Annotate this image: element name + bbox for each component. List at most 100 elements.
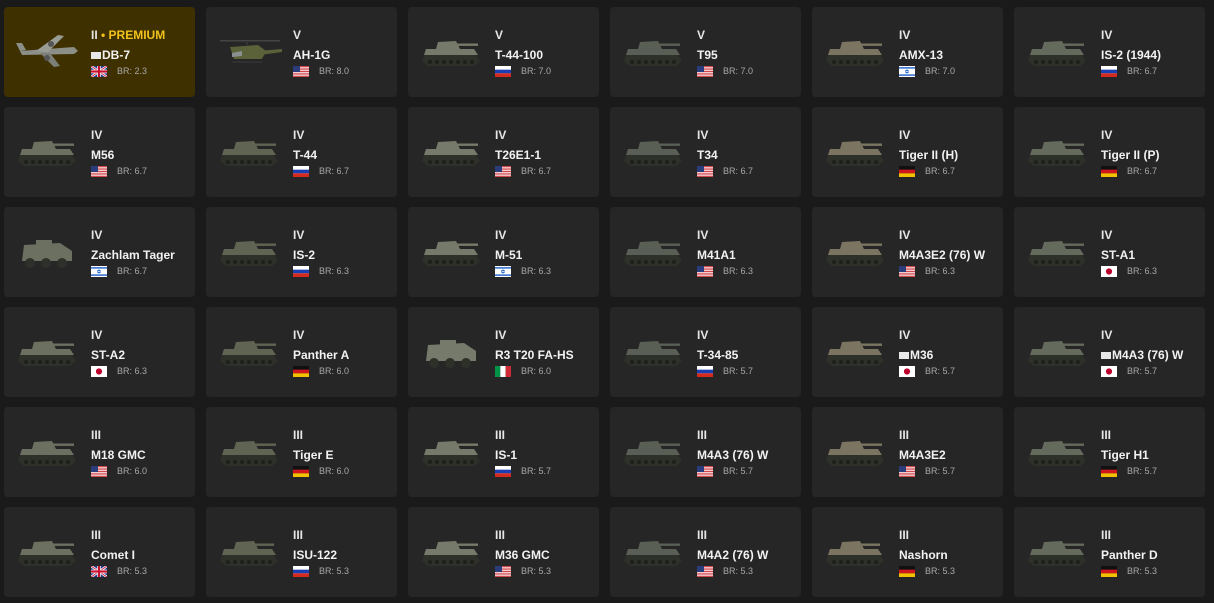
vehicle-name: IS-1	[495, 448, 518, 462]
vehicle-card[interactable]: IV Tiger II (H) BR: 6.7	[812, 107, 1003, 197]
vehicle-card[interactable]: IV Panther A BR: 6.0	[206, 307, 397, 397]
tank-icon	[1024, 531, 1092, 571]
vehicle-card[interactable]: IV ST-A2 BR: 6.3	[4, 307, 195, 397]
vehicle-card[interactable]: V T95 BR: 7.0	[610, 7, 801, 97]
helicopter-icon	[216, 31, 284, 71]
vehicle-name: AH-1G	[293, 48, 331, 62]
tank-icon	[1024, 31, 1092, 71]
battle-rating: BR: 6.7	[319, 165, 350, 176]
battle-rating: BR: 8.0	[319, 65, 350, 76]
vehicle-rank: IV	[91, 128, 103, 142]
vehicle-card[interactable]: IV M56 BR: 6.7	[4, 107, 195, 197]
battle-rating: BR: 2.3	[117, 65, 148, 76]
vehicle-card[interactable]: III M4A3E2 BR: 5.7	[812, 407, 1003, 497]
vehicle-rank: IV	[1101, 228, 1113, 242]
vehicle-card[interactable]: IV IS-2 BR: 6.3	[206, 207, 397, 297]
vehicle-card[interactable]: IV T-34-85 BR: 5.7	[610, 307, 801, 397]
flag-usa-icon	[697, 565, 713, 577]
vehicle-rank: III	[293, 428, 304, 442]
vehicle-rank: V	[495, 28, 504, 42]
tank-icon	[620, 331, 688, 371]
vehicle-name: Zachlam Tager	[91, 248, 175, 262]
vehicle-name: ISU-122	[293, 548, 338, 562]
flag-japan-icon	[899, 365, 915, 377]
tank-icon	[620, 431, 688, 471]
vehicle-rank: III	[91, 428, 102, 442]
battle-rating: BR: 7.0	[925, 65, 956, 76]
flag-germany-icon	[293, 365, 309, 377]
vehicle-card[interactable]: IV ST-A1 BR: 6.3	[1014, 207, 1205, 297]
vehicle-card[interactable]: III ISU-122 BR: 5.3	[206, 507, 397, 597]
vehicle-card[interactable]: V AH-1G BR: 8.0	[206, 7, 397, 97]
battle-rating: BR: 5.3	[1127, 565, 1158, 576]
tank-destroyer-icon	[216, 531, 284, 571]
flag-usa-icon	[697, 465, 713, 477]
tank-icon	[14, 531, 82, 571]
vehicle-name: R3 T20 FA-HS	[495, 348, 574, 362]
flag-israel-icon	[495, 265, 511, 277]
tank-icon	[620, 231, 688, 271]
vehicle-card[interactable]: IV M36 BR: 5.7	[812, 307, 1003, 397]
flag-ussr-icon	[495, 465, 511, 477]
battle-rating: BR: 5.7	[723, 365, 754, 376]
flag-usa-icon	[91, 465, 107, 477]
vehicle-card[interactable]: IV Zachlam Tager BR: 6.7	[4, 207, 195, 297]
battle-rating: BR: 6.0	[319, 465, 350, 476]
vehicle-card[interactable]: III M18 GMC BR: 6.0	[4, 407, 195, 497]
vehicle-card[interactable]: III Panther D BR: 5.3	[1014, 507, 1205, 597]
tank-icon	[418, 31, 486, 71]
vehicle-card[interactable]: IV R3 T20 FA-HS BR: 6.0	[408, 307, 599, 397]
vehicle-card[interactable]: III Tiger H1 BR: 5.7	[1014, 407, 1205, 497]
vehicle-name: M36	[899, 348, 999, 362]
vehicle-name: IS-2 (1944)	[1101, 48, 1162, 62]
vehicle-card[interactable]: III M4A2 (76) W BR: 5.3	[610, 507, 801, 597]
flag-japan-icon	[91, 365, 107, 377]
vehicle-card[interactable]: IV M4A3E2 (76) W BR: 6.3	[812, 207, 1003, 297]
vehicle-rank: IV	[899, 128, 911, 142]
vehicle-card[interactable]: III IS-1 BR: 5.7	[408, 407, 599, 497]
vehicle-grid: II • PREMIUM DB-7 BR: 2.3 V AH-1G BR: 8.0 VT…	[4, 7, 1205, 597]
squadron-marker-icon	[899, 352, 909, 359]
vehicle-card[interactable]: IV M41A1 BR: 6.3	[610, 207, 801, 297]
flag-usa-icon	[899, 465, 915, 477]
vehicle-card[interactable]: V T-44-100 BR: 7.0	[408, 7, 599, 97]
flag-uk-icon	[91, 65, 107, 77]
vehicle-name: Panther D	[1101, 548, 1158, 562]
tank-icon	[14, 331, 82, 371]
battle-rating: BR: 5.7	[925, 465, 956, 476]
tank-icon	[620, 531, 688, 571]
vehicle-rank: II • PREMIUM	[91, 28, 166, 42]
vehicle-card[interactable]: IV M4A3 (76) W BR: 5.7	[1014, 307, 1205, 397]
tank-icon	[1024, 131, 1092, 171]
vehicle-card[interactable]: III M4A3 (76) W BR: 5.7	[610, 407, 801, 497]
vehicle-name: T95	[697, 48, 718, 62]
vehicle-name: M56	[91, 148, 115, 162]
tank-icon	[1024, 431, 1092, 471]
tank-icon	[1024, 231, 1092, 271]
vehicle-name: Tiger H1	[1101, 448, 1149, 462]
vehicle-card[interactable]: IV AMX-13 BR: 7.0	[812, 7, 1003, 97]
vehicle-card[interactable]: II • PREMIUM DB-7 BR: 2.3	[4, 7, 195, 97]
flag-usa-icon	[697, 165, 713, 177]
tank-icon	[822, 131, 890, 171]
vehicle-card[interactable]: IV M-51 BR: 6.3	[408, 207, 599, 297]
vehicle-rank: III	[1101, 428, 1112, 442]
flag-usa-icon	[899, 265, 915, 277]
vehicle-card[interactable]: IV T-44 BR: 6.7	[206, 107, 397, 197]
vehicle-card[interactable]: IV IS-2 (1944) BR: 6.7	[1014, 7, 1205, 97]
vehicle-rank: III	[697, 528, 708, 542]
battle-rating: BR: 6.0	[319, 365, 350, 376]
flag-uk-icon	[91, 565, 107, 577]
tank-icon	[822, 231, 890, 271]
vehicle-card[interactable]: III Comet I BR: 5.3	[4, 507, 195, 597]
vehicle-rank: III	[91, 528, 102, 542]
tank-icon	[822, 31, 890, 71]
vehicle-card[interactable]: III M36 GMC BR: 5.3	[408, 507, 599, 597]
vehicle-rank: III	[697, 428, 708, 442]
vehicle-card[interactable]: IV T26E1-1 BR: 6.7	[408, 107, 599, 197]
battle-rating: BR: 5.7	[925, 365, 956, 376]
vehicle-card[interactable]: III Nashorn BR: 5.3	[812, 507, 1003, 597]
vehicle-card[interactable]: III Tiger E BR: 6.0	[206, 407, 397, 497]
vehicle-card[interactable]: IV T34 BR: 6.7	[610, 107, 801, 197]
vehicle-card[interactable]: IV Tiger II (P) BR: 6.7	[1014, 107, 1205, 197]
